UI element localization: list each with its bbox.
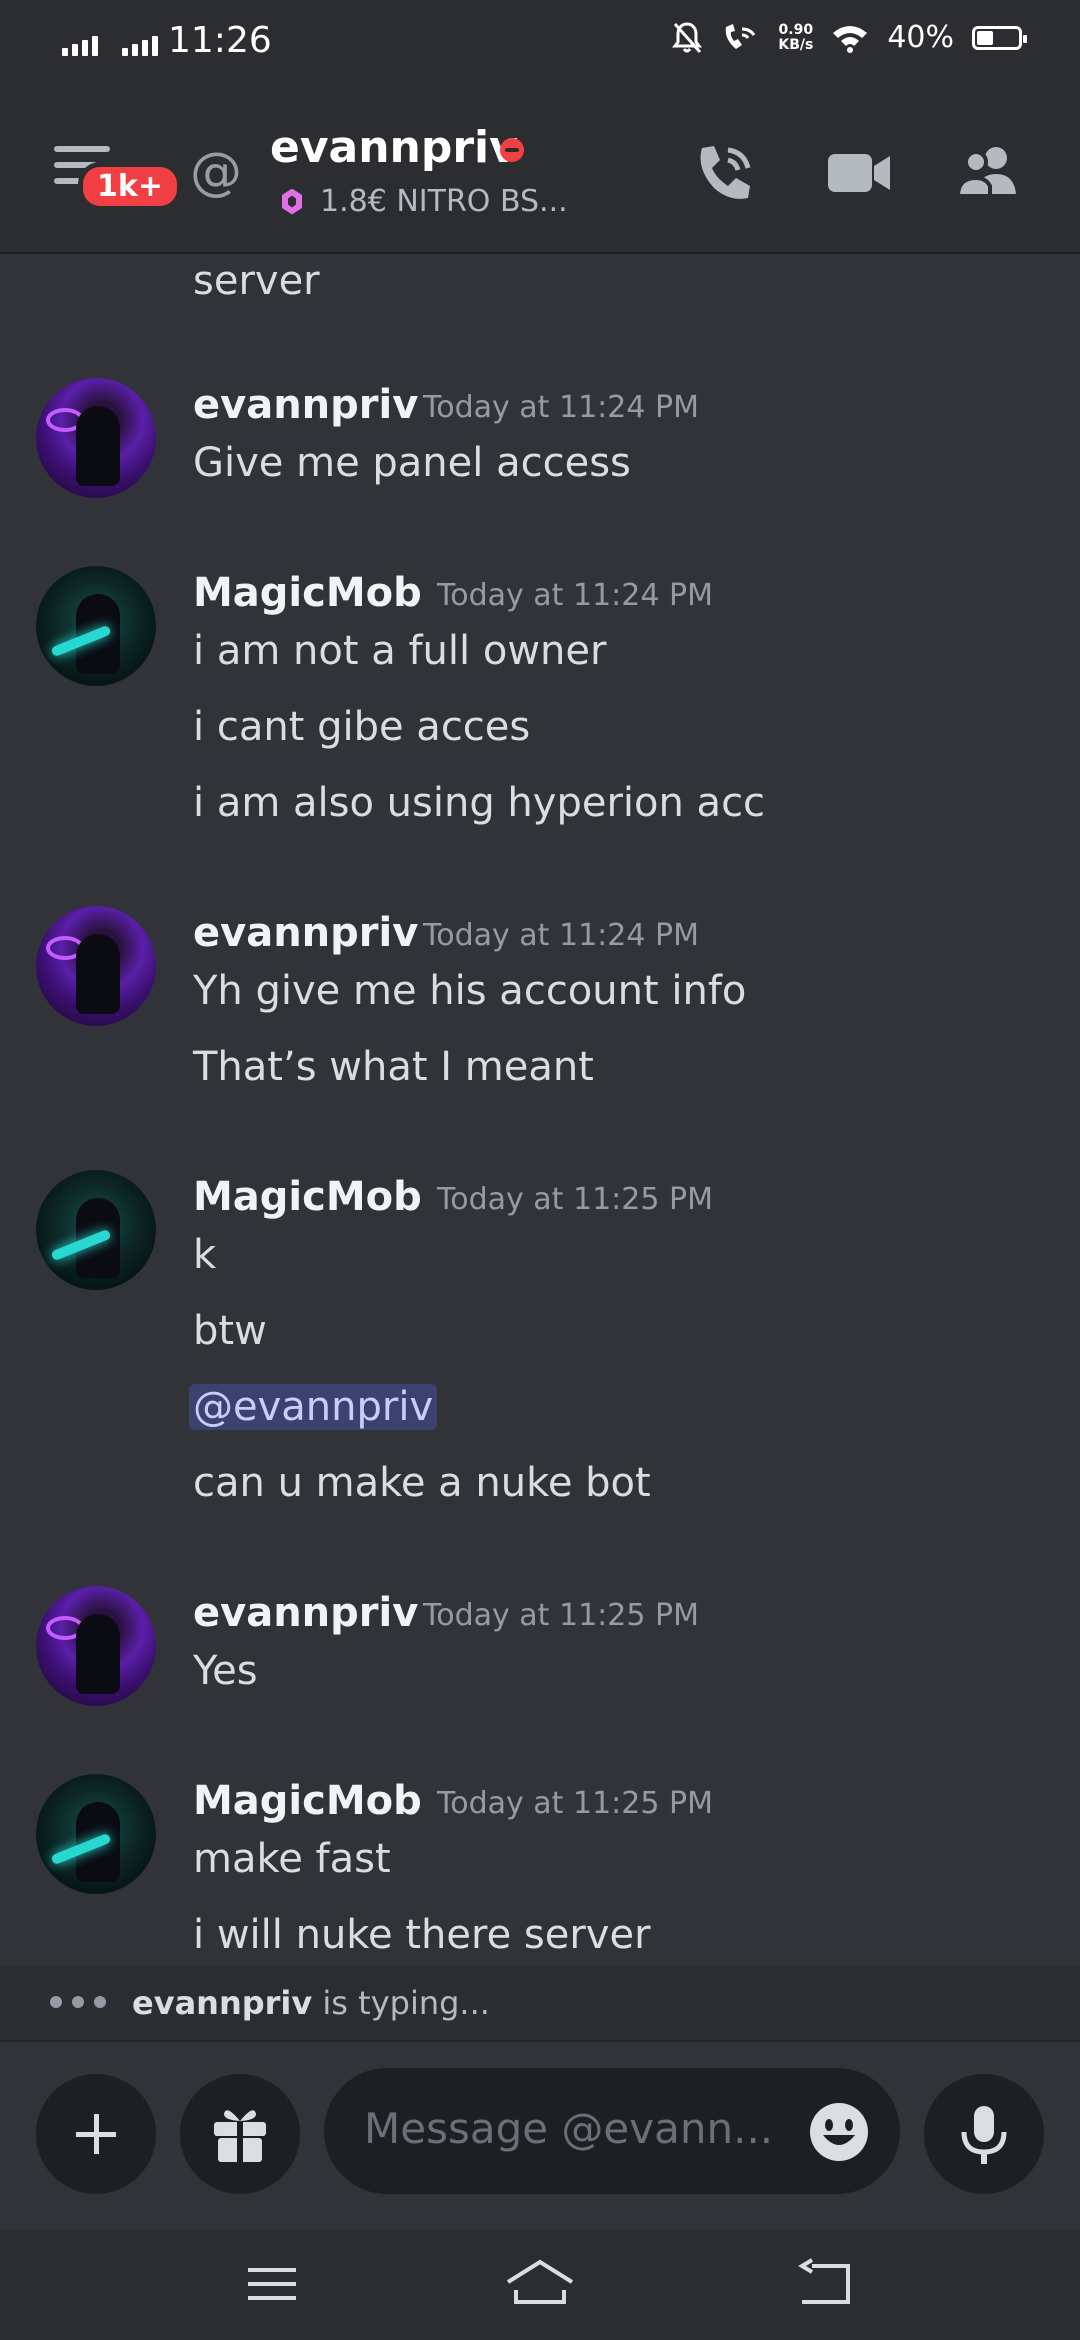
- user-mention[interactable]: @evannpriv: [189, 1384, 438, 1430]
- signal-icon: [122, 30, 158, 56]
- net-speed: 0.90 KB/s: [778, 21, 814, 53]
- message-timestamp: Today at 11:24 PM: [437, 578, 713, 613]
- message-line: i am also using hyperion acc: [193, 780, 766, 826]
- system-nav-bar: [0, 2230, 1080, 2340]
- avatar[interactable]: [36, 906, 156, 1026]
- message-line: Yh give me his account info: [193, 968, 747, 1014]
- message-author[interactable]: evannpriv: [193, 1590, 418, 1636]
- message-author[interactable]: MagicMob: [193, 1174, 422, 1220]
- avatar[interactable]: [36, 378, 156, 498]
- message-line: That’s what I meant: [193, 1044, 594, 1090]
- message-line: Give me panel access: [193, 440, 631, 486]
- wifi-calling-icon: [726, 23, 756, 49]
- avatar[interactable]: [36, 1586, 156, 1706]
- dnd-status-icon: [500, 138, 524, 162]
- message-timestamp: Today at 11:24 PM: [423, 390, 699, 425]
- message-composer: Message @evann...: [0, 2040, 1080, 2232]
- message-author[interactable]: evannpriv: [193, 910, 418, 956]
- avatar[interactable]: [36, 1774, 156, 1894]
- message-line: @evannpriv: [189, 1384, 438, 1430]
- video-icon[interactable]: [824, 138, 894, 208]
- plus-icon: [76, 2114, 116, 2154]
- typing-indicator: evannpriv is typing...: [0, 1966, 1080, 2040]
- message-list[interactable]: server evannpriv Today at 11:24 PM Give …: [0, 252, 1080, 1966]
- channel-header: 1k+ @ evannpriv 1.8€ NITRO BS...: [0, 90, 1080, 254]
- message-line: k: [193, 1232, 217, 1278]
- message-timestamp: Today at 11:25 PM: [423, 1598, 699, 1633]
- microphone-icon: [961, 2106, 1007, 2164]
- status-bar: 11:26 0.90 KB/s 40%: [0, 0, 1080, 90]
- typing-text: evannpriv is typing...: [132, 1984, 490, 2022]
- message-line: Yes: [193, 1648, 258, 1694]
- message-line: make fast: [193, 1836, 391, 1882]
- call-icon[interactable]: [690, 138, 760, 208]
- unread-badge: 1k+: [78, 162, 182, 211]
- members-icon[interactable]: [954, 138, 1024, 208]
- gift-icon: [214, 2110, 266, 2162]
- message-line: can u make a nuke bot: [193, 1460, 651, 1506]
- avatar[interactable]: [36, 1170, 156, 1290]
- voice-message-button[interactable]: [924, 2074, 1044, 2194]
- message-line: i am not a full owner: [193, 628, 607, 674]
- message-input-placeholder: Message @evann...: [364, 2104, 774, 2153]
- message-author[interactable]: evannpriv: [193, 382, 418, 428]
- custom-status[interactable]: 1.8€ NITRO BS...: [282, 184, 568, 219]
- battery-icon: [972, 25, 1027, 50]
- clock: 11:26: [168, 20, 272, 61]
- message-timestamp: Today at 11:25 PM: [437, 1182, 713, 1217]
- message-author[interactable]: MagicMob: [193, 570, 422, 616]
- signal-icon: [62, 30, 98, 56]
- wifi-icon: [833, 25, 868, 53]
- home-icon[interactable]: [504, 2256, 576, 2312]
- nitro-icon: [282, 188, 302, 215]
- typing-dots-icon: [50, 1996, 106, 2008]
- avatar[interactable]: [36, 566, 156, 686]
- emoji-icon[interactable]: [808, 2101, 870, 2163]
- custom-status-text: 1.8€ NITRO BS...: [320, 184, 568, 219]
- battery-percent: 40%: [887, 20, 954, 55]
- dm-username[interactable]: evannpriv: [270, 122, 518, 173]
- attach-button[interactable]: [36, 2074, 156, 2194]
- back-icon[interactable]: [796, 2258, 856, 2312]
- mute-icon: [672, 21, 703, 53]
- message-author[interactable]: MagicMob: [193, 1778, 422, 1824]
- gift-button[interactable]: [180, 2074, 300, 2194]
- message-line: i will nuke there server: [193, 1912, 651, 1958]
- message-line: server: [193, 258, 320, 304]
- message-line: i cant gibe acces: [193, 704, 531, 750]
- message-timestamp: Today at 11:25 PM: [437, 1786, 713, 1821]
- at-icon: @: [190, 142, 242, 202]
- recents-icon[interactable]: [244, 2260, 300, 2308]
- message-input[interactable]: Message @evann...: [324, 2068, 900, 2194]
- message-line: btw: [193, 1308, 267, 1354]
- message-timestamp: Today at 11:24 PM: [423, 918, 699, 953]
